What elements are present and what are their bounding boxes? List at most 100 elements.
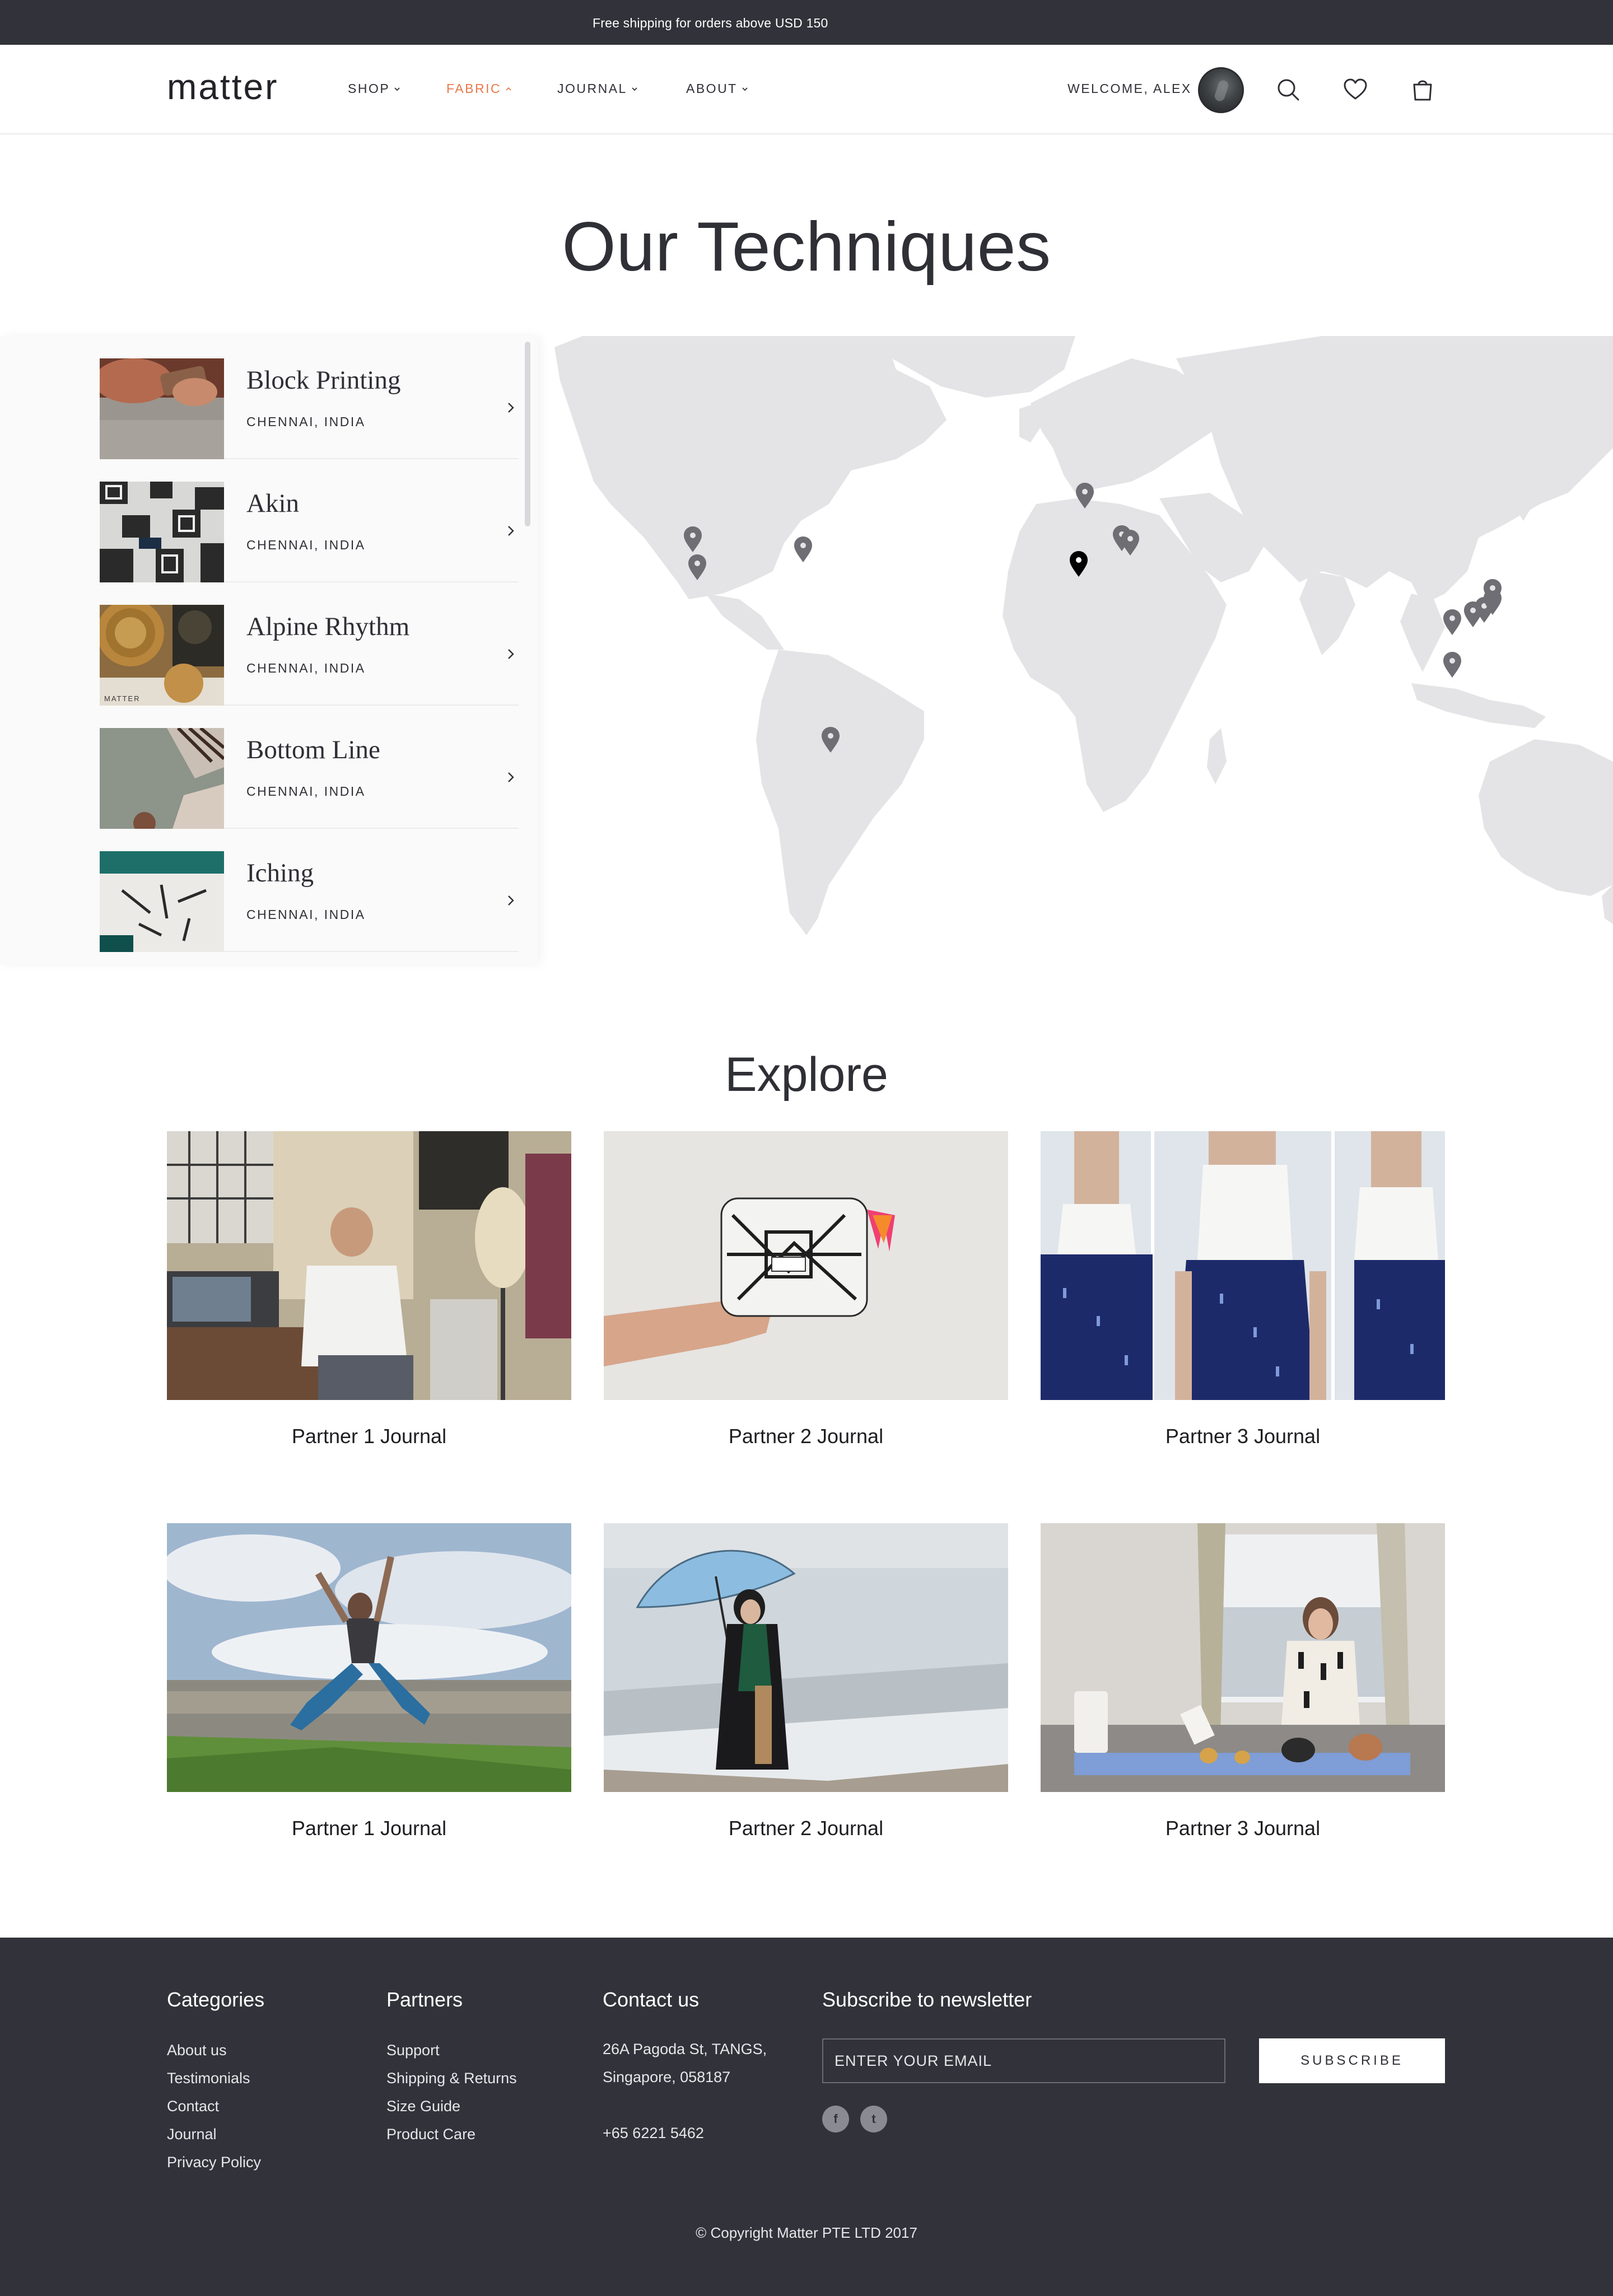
journal-card-image xyxy=(604,1523,1008,1792)
nav-journal-label: JOURNAL xyxy=(557,81,627,96)
technique-name: Akin xyxy=(246,489,299,518)
technique-item[interactable]: Akin CHENNAI, INDIA xyxy=(100,459,519,582)
footer-link-size-guide[interactable]: Size Guide xyxy=(386,2098,460,2115)
site-header: matter SHOP FABRIC JOURNAL ABOUT WELCOME… xyxy=(0,45,1613,134)
technique-location: CHENNAI, INDIA xyxy=(246,661,366,675)
avatar[interactable] xyxy=(1198,67,1244,113)
nav-about-label: ABOUT xyxy=(686,81,738,96)
journal-card-image xyxy=(604,1131,1008,1400)
chevron-right-icon[interactable] xyxy=(505,399,518,417)
footer-link-about[interactable]: About us xyxy=(167,2042,227,2059)
journal-card[interactable]: Partner 1 Journal xyxy=(167,1131,571,1450)
journal-card-image xyxy=(1041,1523,1445,1792)
journal-card[interactable]: Partner 1 Journal xyxy=(167,1523,571,1842)
chevron-down-icon xyxy=(632,87,637,91)
technique-list[interactable]: Block Printing CHENNAI, INDIA Akin CHENN… xyxy=(0,336,538,964)
journal-card-label: Partner 1 Journal xyxy=(291,1425,447,1448)
technique-thumbnail xyxy=(100,482,224,582)
chevron-right-icon[interactable] xyxy=(505,522,518,540)
map-pin[interactable] xyxy=(1121,530,1139,556)
subscribe-button[interactable]: SUBSCRIBE xyxy=(1259,2038,1445,2083)
map-pin[interactable] xyxy=(822,727,840,753)
journal-card-image xyxy=(167,1523,571,1792)
technique-name: Block Printing xyxy=(246,366,401,395)
footer-link-product-care[interactable]: Product Care xyxy=(386,2126,475,2143)
journal-card-label: Partner 3 Journal xyxy=(1165,1425,1321,1448)
journal-card-label: Partner 1 Journal xyxy=(291,1817,447,1840)
chevron-right-icon[interactable] xyxy=(505,645,518,663)
copyright-text: © Copyright Matter PTE LTD 2017 xyxy=(696,2224,917,2241)
footer-partners-title: Partners xyxy=(386,1988,463,2011)
journal-card-label: Partner 2 Journal xyxy=(728,1425,884,1448)
footer-address-line1: 26A Pagoda St, TANGS, xyxy=(603,2041,767,2057)
journal-card[interactable]: Partner 3 Journal xyxy=(1041,1131,1445,1450)
technique-item[interactable]: Block Printing CHENNAI, INDIA xyxy=(100,336,519,459)
footer-phone: +65 6221 5462 xyxy=(603,2125,704,2141)
journal-card-label: Partner 2 Journal xyxy=(728,1817,884,1840)
facebook-icon[interactable]: f xyxy=(822,2106,849,2132)
footer-link-testimonials[interactable]: Testimonials xyxy=(167,2070,250,2087)
logo[interactable]: matter xyxy=(167,66,278,108)
welcome-text[interactable]: WELCOME, ALEX xyxy=(1067,81,1192,96)
technique-item[interactable]: Iching CHENNAI, INDIA xyxy=(100,829,519,952)
footer-link-privacy[interactable]: Privacy Policy xyxy=(167,2154,261,2171)
map-pins xyxy=(684,483,1502,753)
announcement-bar: Free shipping for orders above USD 150 xyxy=(0,0,1613,45)
shopping-bag-icon[interactable] xyxy=(1409,76,1436,103)
technique-thumbnail xyxy=(100,728,224,829)
heart-icon[interactable] xyxy=(1342,76,1369,103)
nav-fabric-label: FABRIC xyxy=(446,81,502,96)
footer-link-support[interactable]: Support xyxy=(386,2042,440,2059)
technique-thumbnail xyxy=(100,358,224,459)
chevron-down-icon xyxy=(394,87,400,91)
explore-title: Explore xyxy=(725,1048,888,1102)
journal-card[interactable]: Partner 3 Journal xyxy=(1041,1523,1445,1842)
nav-shop-label: SHOP xyxy=(348,81,390,96)
newsletter-email-input[interactable] xyxy=(822,2038,1225,2083)
technique-thumbnail: MATTER xyxy=(100,605,224,706)
footer-contact-title: Contact us xyxy=(603,1988,700,2011)
journal-card-image xyxy=(167,1131,571,1400)
nav-shop[interactable]: SHOP xyxy=(348,81,401,96)
world-map[interactable] xyxy=(538,336,1613,964)
chevron-right-icon[interactable] xyxy=(505,768,518,786)
nav-fabric[interactable]: FABRIC xyxy=(446,81,512,96)
map-pin[interactable] xyxy=(1443,609,1461,635)
journal-card[interactable]: Partner 2 Journal xyxy=(604,1523,1008,1842)
list-scrollbar[interactable] xyxy=(525,342,530,526)
chevron-right-icon[interactable] xyxy=(505,892,518,909)
technique-item[interactable]: MATTER Alpine Rhythm CHENNAI, INDIA xyxy=(100,582,519,706)
footer-link-shipping[interactable]: Shipping & Returns xyxy=(386,2070,517,2087)
footer-address-line2: Singapore, 058187 xyxy=(603,2069,731,2085)
nav-about[interactable]: ABOUT xyxy=(686,81,749,96)
map-pin-active[interactable] xyxy=(1070,551,1088,577)
technique-thumbnail xyxy=(100,851,224,952)
technique-name: Iching xyxy=(246,858,314,888)
twitter-icon[interactable]: t xyxy=(860,2106,887,2132)
technique-name: Bottom Line xyxy=(246,735,380,764)
map-pin[interactable] xyxy=(1443,652,1461,678)
technique-location: CHENNAI, INDIA xyxy=(246,784,366,799)
thumbnail-caption: MATTER xyxy=(104,694,141,703)
map-pin[interactable] xyxy=(1076,483,1094,508)
page-title: Our Techniques xyxy=(562,208,1051,286)
chevron-down-icon xyxy=(742,87,748,91)
chevron-up-icon xyxy=(506,87,511,91)
footer-newsletter-title: Subscribe to newsletter xyxy=(822,1988,1032,2011)
nav-journal[interactable]: JOURNAL xyxy=(557,81,638,96)
map-pin[interactable] xyxy=(794,536,812,562)
search-icon[interactable] xyxy=(1275,76,1302,103)
technique-location: CHENNAI, INDIA xyxy=(246,538,366,552)
footer-link-journal[interactable]: Journal xyxy=(167,2126,217,2143)
map-pin[interactable] xyxy=(688,554,706,580)
map-pin[interactable] xyxy=(684,526,702,552)
footer-categories-title: Categories xyxy=(167,1988,265,2011)
technique-item[interactable]: Bottom Line CHENNAI, INDIA xyxy=(100,706,519,829)
journal-card[interactable]: Partner 2 Journal xyxy=(604,1131,1008,1450)
site-footer: Categories About us Testimonials Contact… xyxy=(0,1938,1613,2296)
technique-location: CHENNAI, INDIA xyxy=(246,907,366,922)
technique-location: CHENNAI, INDIA xyxy=(246,414,366,429)
announcement-text: Free shipping for orders above USD 150 xyxy=(593,16,828,30)
footer-link-contact[interactable]: Contact xyxy=(167,2098,219,2115)
technique-name: Alpine Rhythm xyxy=(246,612,410,641)
